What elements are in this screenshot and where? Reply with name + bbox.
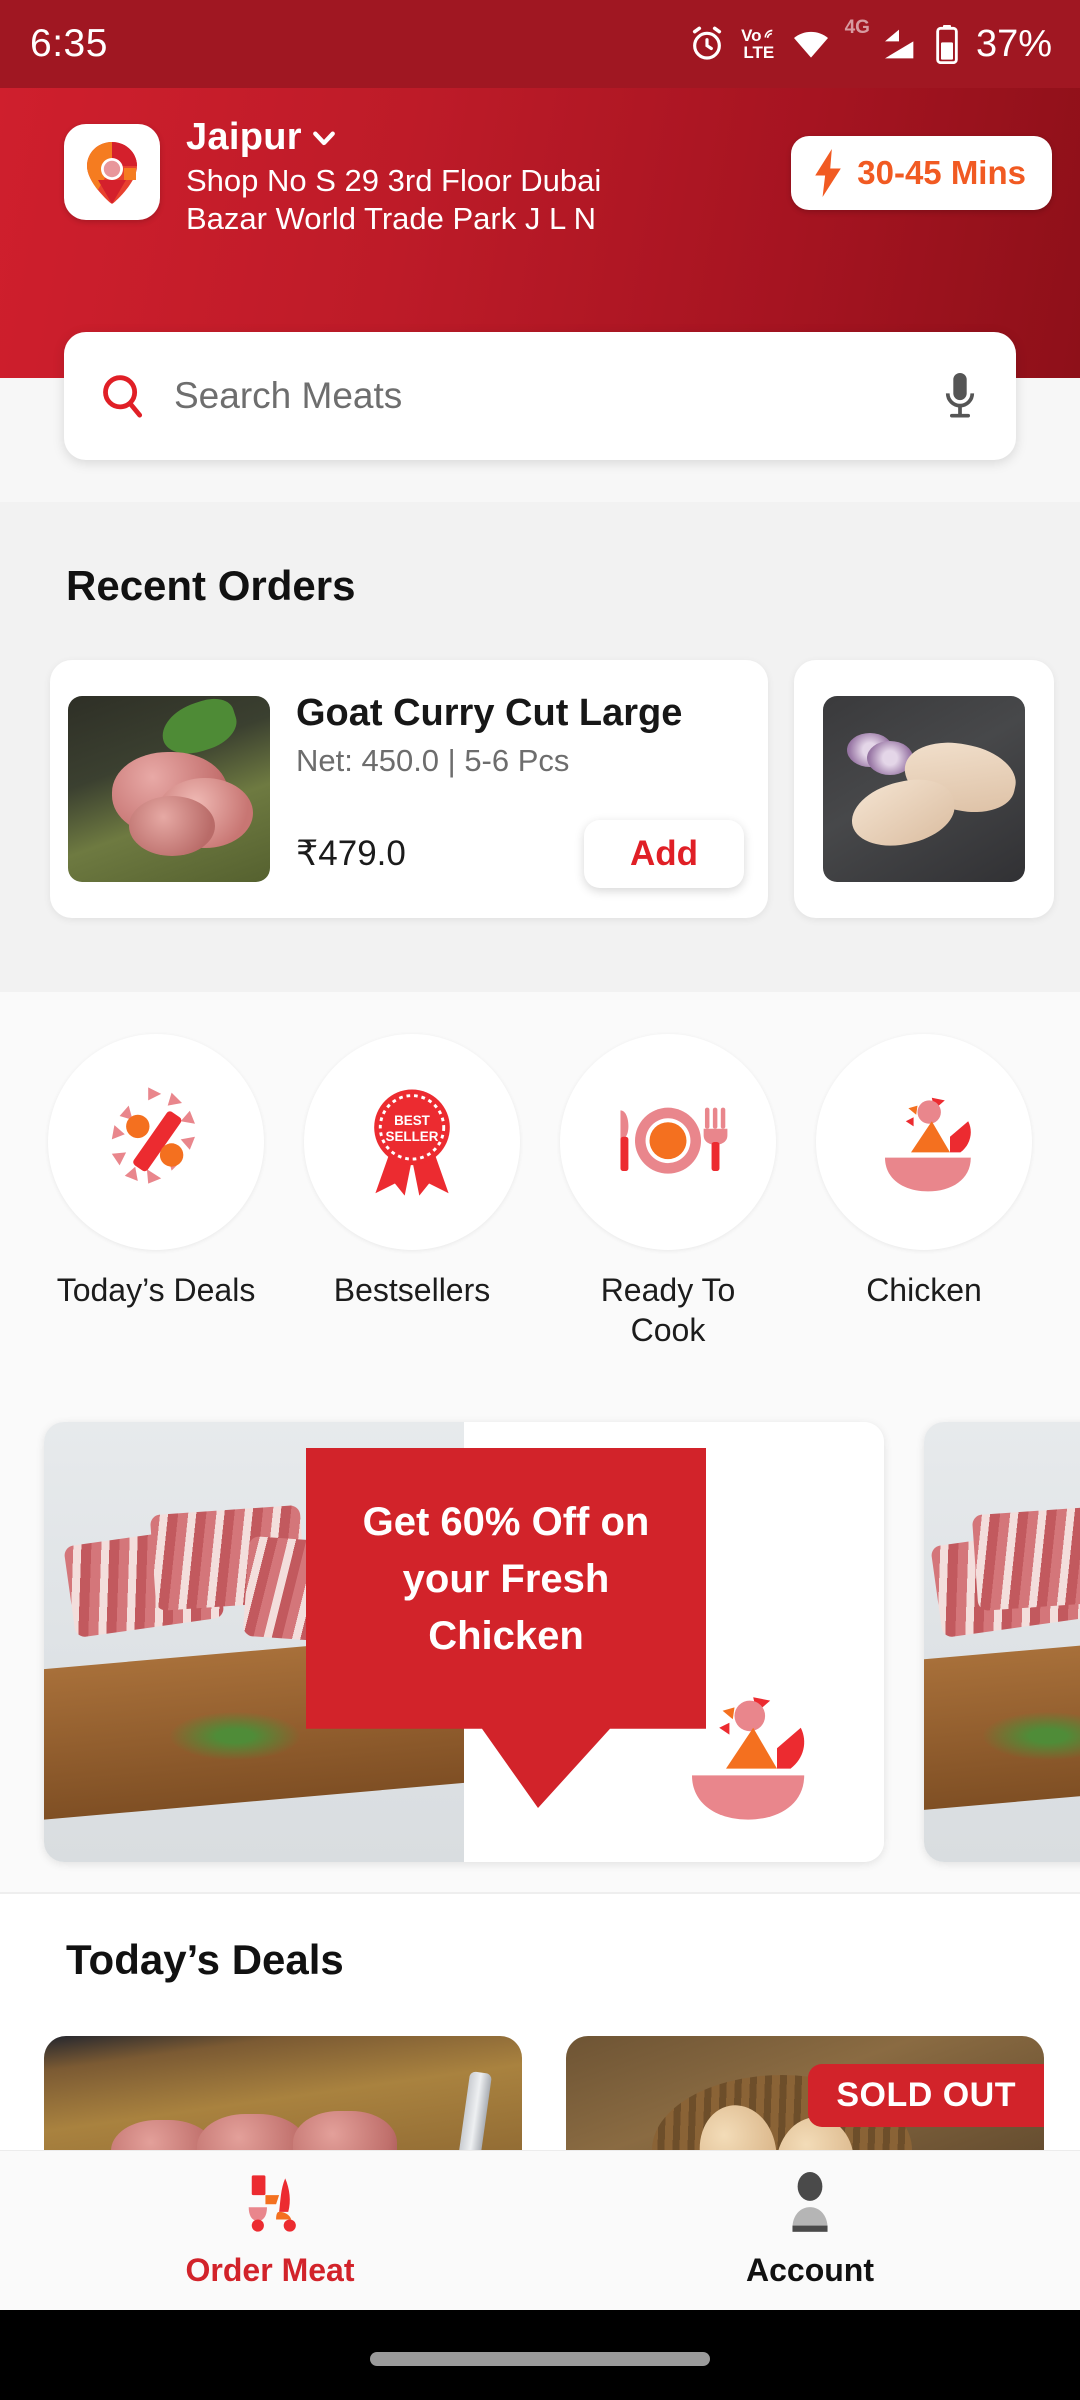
banner-offer-text: Get 60% Off on your Fresh Chicken [362,1500,650,1658]
recent-orders-carousel[interactable]: Goat Curry Cut Large Net: 450.0 | 5-6 Pc… [0,660,1080,920]
nav-item-account[interactable]: Account [540,2172,1080,2289]
category-bestsellers[interactable]: BEST SELLER Bestsellers [304,1034,520,1350]
product-net-weight: Net: 450.0 | 5-6 Pcs [296,743,570,778]
wifi-icon [793,31,828,58]
category-icon-wrap: BEST SELLER [304,1034,520,1250]
status-bar-icons: Vo LTE 4G 37% [687,17,1052,66]
svg-text:SELLER: SELLER [386,1129,439,1144]
signal-icon [884,29,914,59]
location-block[interactable]: Jaipur Shop No S 29 3rd Floor Dubai Baza… [186,110,791,238]
gesture-pill[interactable] [370,2352,710,2366]
microphone-icon[interactable] [938,370,982,422]
percent-discount-icon [111,1087,195,1184]
system-gesture-bar [0,2310,1080,2400]
svg-text:BEST: BEST [394,1113,431,1128]
location-address-label: Shop No S 29 3rd Floor Dubai Bazar World… [186,163,602,236]
search-icon[interactable] [98,371,148,421]
category-label: Bestsellers [333,1272,491,1308]
search-input[interactable]: Search Meats [174,375,938,417]
category-label: Chicken [866,1272,982,1308]
todays-deals-title: Today’s Deals [66,1936,344,1983]
volte-top-label: Vo [741,26,762,45]
recent-order-actions: ₹479.0 Add [296,820,744,888]
promo-banner[interactable] [924,1422,1080,1862]
category-todays-deals[interactable]: Today’s Deals [48,1034,264,1350]
categories-section: Today’s Deals BEST SELLER Bestsellers Re… [0,992,1080,1384]
delivery-eta-badge[interactable]: 30-45 Mins [791,136,1052,210]
status-bar: 6:35 Vo LTE 4G 37% [0,0,1080,88]
plate-cutlery-icon [620,1107,728,1174]
product-name: Goat Curry Cut Large [296,692,683,734]
promo-banner-carousel[interactable]: Get 60% Off on your Fresh Chicken [0,1422,1080,1862]
chevron-down-icon[interactable] [309,123,339,153]
battery-icon [936,25,958,64]
search-bar[interactable]: Search Meats [64,332,1016,460]
category-icon-wrap [560,1034,776,1250]
product-image [823,696,1025,882]
recent-order-info: Goat Curry Cut Large Net: 450.0 | 5-6 Pc… [296,678,750,900]
promo-banner-section: Get 60% Off on your Fresh Chicken [0,1384,1080,1892]
app-root: 6:35 Vo LTE 4G 37% Jaipur Shop No S 29 3… [0,0,1080,2400]
volte-bottom-label: LTE [743,43,775,62]
recent-order-card[interactable] [794,660,1054,918]
delivery-eta-label: 30-45 Mins [857,154,1026,191]
status-badge: SOLD OUT [808,2064,1044,2127]
location-city-label: Jaipur [186,116,302,158]
category-icon-wrap [48,1034,264,1250]
nav-label: Account [746,2252,874,2288]
scooter-delivery-icon [248,2175,296,2232]
category-chicken[interactable]: Chicken [816,1034,1032,1350]
recent-orders-title: Recent Orders [66,562,356,609]
category-label: Today’s Deals [56,1272,256,1308]
best-seller-ribbon-icon: BEST SELLER [374,1089,450,1196]
location-pin-logo [64,124,160,220]
network-type-label: 4G [844,16,870,38]
recent-order-card[interactable]: Goat Curry Cut Large Net: 450.0 | 5-6 Pc… [50,660,768,918]
chicken-bowl-icon [885,1097,971,1192]
battery-percent-label: 37% [975,22,1052,65]
nav-item-order-meat[interactable]: Order Meat [0,2172,540,2289]
nav-label: Order Meat [185,2252,355,2288]
lightning-bolt-icon [815,149,842,197]
recent-orders-section: Recent Orders Goat Curry Cut Large Net: … [0,502,1080,992]
status-bar-clock: 6:35 [30,22,108,65]
promo-banner[interactable]: Get 60% Off on your Fresh Chicken [44,1422,884,1862]
location-city-row[interactable]: Jaipur [186,116,791,159]
category-icon-wrap [816,1034,1032,1250]
alarm-icon [693,26,722,60]
chicken-bowl-icon [692,1697,805,1820]
banner-image [924,1422,1080,1862]
volte-icon: Vo LTE [741,27,776,61]
bottom-navigation: Order Meat Account [0,2150,1080,2310]
categories-row: Today’s Deals BEST SELLER Bestsellers Re… [0,1034,1080,1350]
add-button[interactable]: Add [583,820,744,888]
category-label: Ready To Cook [600,1272,736,1348]
header-row: Jaipur Shop No S 29 3rd Floor Dubai Baza… [0,110,1080,238]
product-image [68,696,270,882]
category-ready-to-cook[interactable]: Ready To Cook [560,1034,776,1350]
person-icon [792,2172,828,2232]
todays-deals-section: Today’s Deals SOLD OUT [0,1892,1080,2186]
product-price: ₹479.0 [296,834,406,873]
